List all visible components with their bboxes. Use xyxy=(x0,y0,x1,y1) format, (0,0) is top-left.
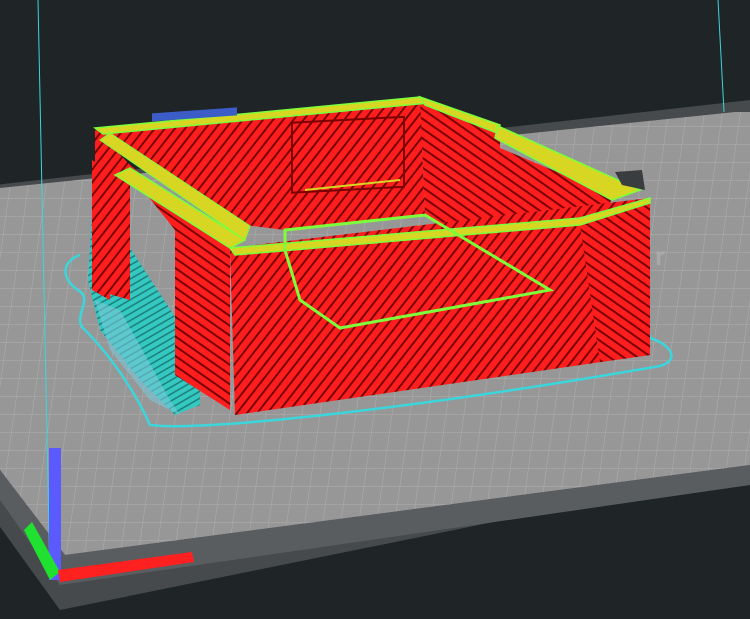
3d-viewport[interactable]: r xyxy=(0,0,750,619)
model-left-clip xyxy=(92,160,110,300)
plate-logo-icon: r xyxy=(655,241,665,271)
slicer-scene[interactable]: r xyxy=(0,0,750,619)
